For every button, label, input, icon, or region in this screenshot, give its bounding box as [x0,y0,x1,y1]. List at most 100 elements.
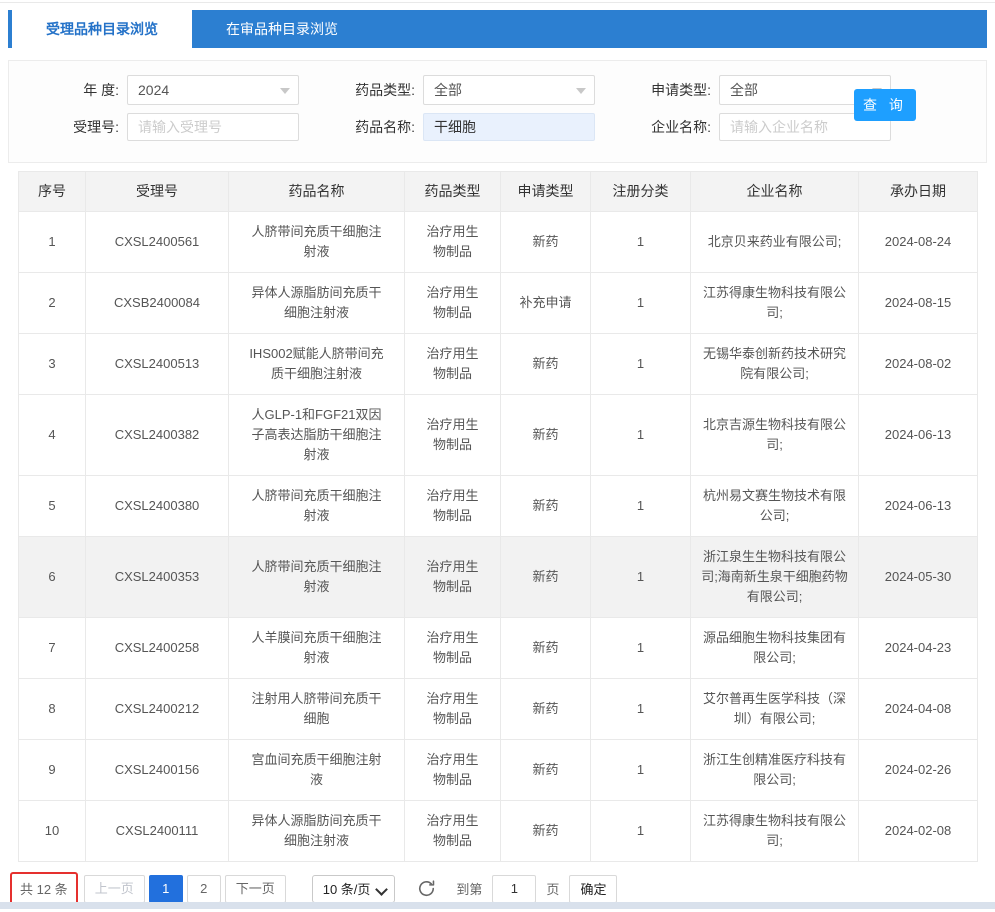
column-header: 药品类型 [405,172,501,212]
table-cell: 杭州易文赛生物技术有限公司; [691,476,859,537]
acceptance-no-label: 受理号: [53,117,119,137]
tab-under-review-catalog[interactable]: 在审品种目录浏览 [192,10,372,48]
goto-page-label: 到第 [456,879,482,898]
table-cell: 治疗用生物制品 [405,212,501,273]
top-divider [0,2,995,3]
results-table-container: 序号受理号药品名称药品类型申请类型注册分类企业名称承办日期 1 CXSL24005… [18,171,977,862]
table-cell: 8 [19,679,86,740]
table-cell: 浙江泉生生物科技有限公司;海南新生泉干细胞药物有限公司; [691,537,859,618]
drug-type-select-value: 全部 [434,80,462,100]
table-cell: 1 [591,395,691,476]
refresh-icon [417,879,436,898]
table-cell: 新药 [501,618,591,679]
table-cell: 新药 [501,476,591,537]
table-cell: 新药 [501,212,591,273]
apply-type-select-value: 全部 [730,80,758,100]
page-size-select[interactable]: 10 条/页 [312,875,396,903]
table-cell: 注射用人脐带间充质干细胞 [229,679,405,740]
page-unit-label: 页 [546,879,559,898]
table-row[interactable]: 2CXSB2400084异体人源脂肪间充质干细胞注射液治疗用生物制品补充申请1江… [19,273,978,334]
table-row[interactable]: 7CXSL2400258人羊膜间充质干细胞注射液治疗用生物制品新药1源品细胞生物… [19,618,978,679]
field-drug-name: 药品名称: [349,113,601,141]
next-page-button[interactable]: 下一页 [225,875,286,903]
form-row-1: 年 度: 2024 药品类型: 全部 申请类型: 全部 [9,75,986,105]
table-cell: 江苏得康生物科技有限公司; [691,273,859,334]
table-cell: 1 [591,679,691,740]
table-cell: CXSL2400353 [86,537,229,618]
confirm-button[interactable]: 确定 [569,875,617,903]
table-cell: 2024-06-13 [859,476,978,537]
table-cell: CXSL2400513 [86,334,229,395]
table-cell: 新药 [501,395,591,476]
tab-accepted-catalog[interactable]: 受理品种目录浏览 [12,10,192,48]
field-year: 年 度: 2024 [53,75,305,105]
table-cell: 9 [19,740,86,801]
table-cell: 2 [19,273,86,334]
table-cell: 治疗用生物制品 [405,740,501,801]
table-cell: 2024-04-08 [859,679,978,740]
table-cell: 治疗用生物制品 [405,273,501,334]
table-cell: 1 [591,212,691,273]
table-cell: 新药 [501,334,591,395]
table-cell: CXSL2400111 [86,801,229,862]
year-select[interactable]: 2024 [127,75,299,105]
field-drug-type: 药品类型: 全部 [349,75,601,105]
apply-type-label: 申请类型: [645,80,711,100]
table-cell: 新药 [501,801,591,862]
table-cell: 宫血间充质干细胞注射液 [229,740,405,801]
table-cell: CXSL2400380 [86,476,229,537]
table-row[interactable]: 4CXSL2400382人GLP-1和FGF21双因子高表达脂肪干细胞注射液治疗… [19,395,978,476]
acceptance-no-input[interactable] [127,113,299,141]
column-header: 承办日期 [859,172,978,212]
table-cell: CXSL2400156 [86,740,229,801]
table-cell: 人羊膜间充质干细胞注射液 [229,618,405,679]
table-cell: 无锡华泰创新药技术研究院有限公司; [691,334,859,395]
page-button-1[interactable]: 1 [149,875,183,903]
table-row[interactable]: 8CXSL2400212注射用人脐带间充质干细胞治疗用生物制品新药1艾尔普再生医… [19,679,978,740]
total-count: 共 12 条 [20,882,68,897]
prev-page-button[interactable]: 上一页 [84,875,145,903]
table-row[interactable]: 9CXSL2400156宫血间充质干细胞注射液治疗用生物制品新药1浙江生创精准医… [19,740,978,801]
goto-page-input[interactable] [492,875,536,903]
table-header-row: 序号受理号药品名称药品类型申请类型注册分类企业名称承办日期 [19,172,978,212]
table-row[interactable]: 6CXSL2400353人脐带间充质干细胞注射液治疗用生物制品新药1浙江泉生生物… [19,537,978,618]
table-cell: IHS002赋能人脐带间充质干细胞注射液 [229,334,405,395]
table-cell: 3 [19,334,86,395]
table-cell: CXSL2400561 [86,212,229,273]
table-cell: 治疗用生物制品 [405,679,501,740]
chevron-down-icon [376,883,389,896]
table-row[interactable]: 5CXSL2400380人脐带间充质干细胞注射液治疗用生物制品新药1杭州易文赛生… [19,476,978,537]
drug-name-input[interactable] [423,113,595,141]
company-name-label: 企业名称: [645,117,711,137]
table-row[interactable]: 3CXSL2400513IHS002赋能人脐带间充质干细胞注射液治疗用生物制品新… [19,334,978,395]
table-cell: 10 [19,801,86,862]
table-cell: 2024-06-13 [859,395,978,476]
table-cell: 异体人源脂肪间充质干细胞注射液 [229,273,405,334]
table-cell: 7 [19,618,86,679]
main-container: 受理品种目录浏览 在审品种目录浏览 年 度: 2024 药品类型: 全部 申请类… [8,10,987,905]
column-header: 受理号 [86,172,229,212]
table-cell: 2024-02-26 [859,740,978,801]
drug-type-select[interactable]: 全部 [423,75,595,105]
search-button[interactable]: 查 询 [854,89,916,121]
refresh-button[interactable] [417,879,436,898]
total-count-annotation: 共 12 条 [10,872,78,905]
table-cell: 1 [591,273,691,334]
table-cell: 治疗用生物制品 [405,801,501,862]
table-cell: 异体人源脂肪间充质干细胞注射液 [229,801,405,862]
table-cell: 5 [19,476,86,537]
table-cell: 1 [591,537,691,618]
footer-bar [0,902,995,909]
table-cell: 新药 [501,740,591,801]
table-cell: 2024-08-15 [859,273,978,334]
column-header: 企业名称 [691,172,859,212]
table-cell: 浙江生创精准医疗科技有限公司; [691,740,859,801]
table-cell: 北京吉源生物科技有限公司; [691,395,859,476]
field-acceptance-no: 受理号: [53,113,305,141]
page-size-value: 10 条/页 [323,879,371,898]
table-cell: 1 [591,476,691,537]
table-cell: 2024-04-23 [859,618,978,679]
page-button-2[interactable]: 2 [187,875,221,903]
table-row[interactable]: 1CXSL2400561人脐带间充质干细胞注射液治疗用生物制品新药1北京贝来药业… [19,212,978,273]
table-row[interactable]: 10CXSL2400111异体人源脂肪间充质干细胞注射液治疗用生物制品新药1江苏… [19,801,978,862]
